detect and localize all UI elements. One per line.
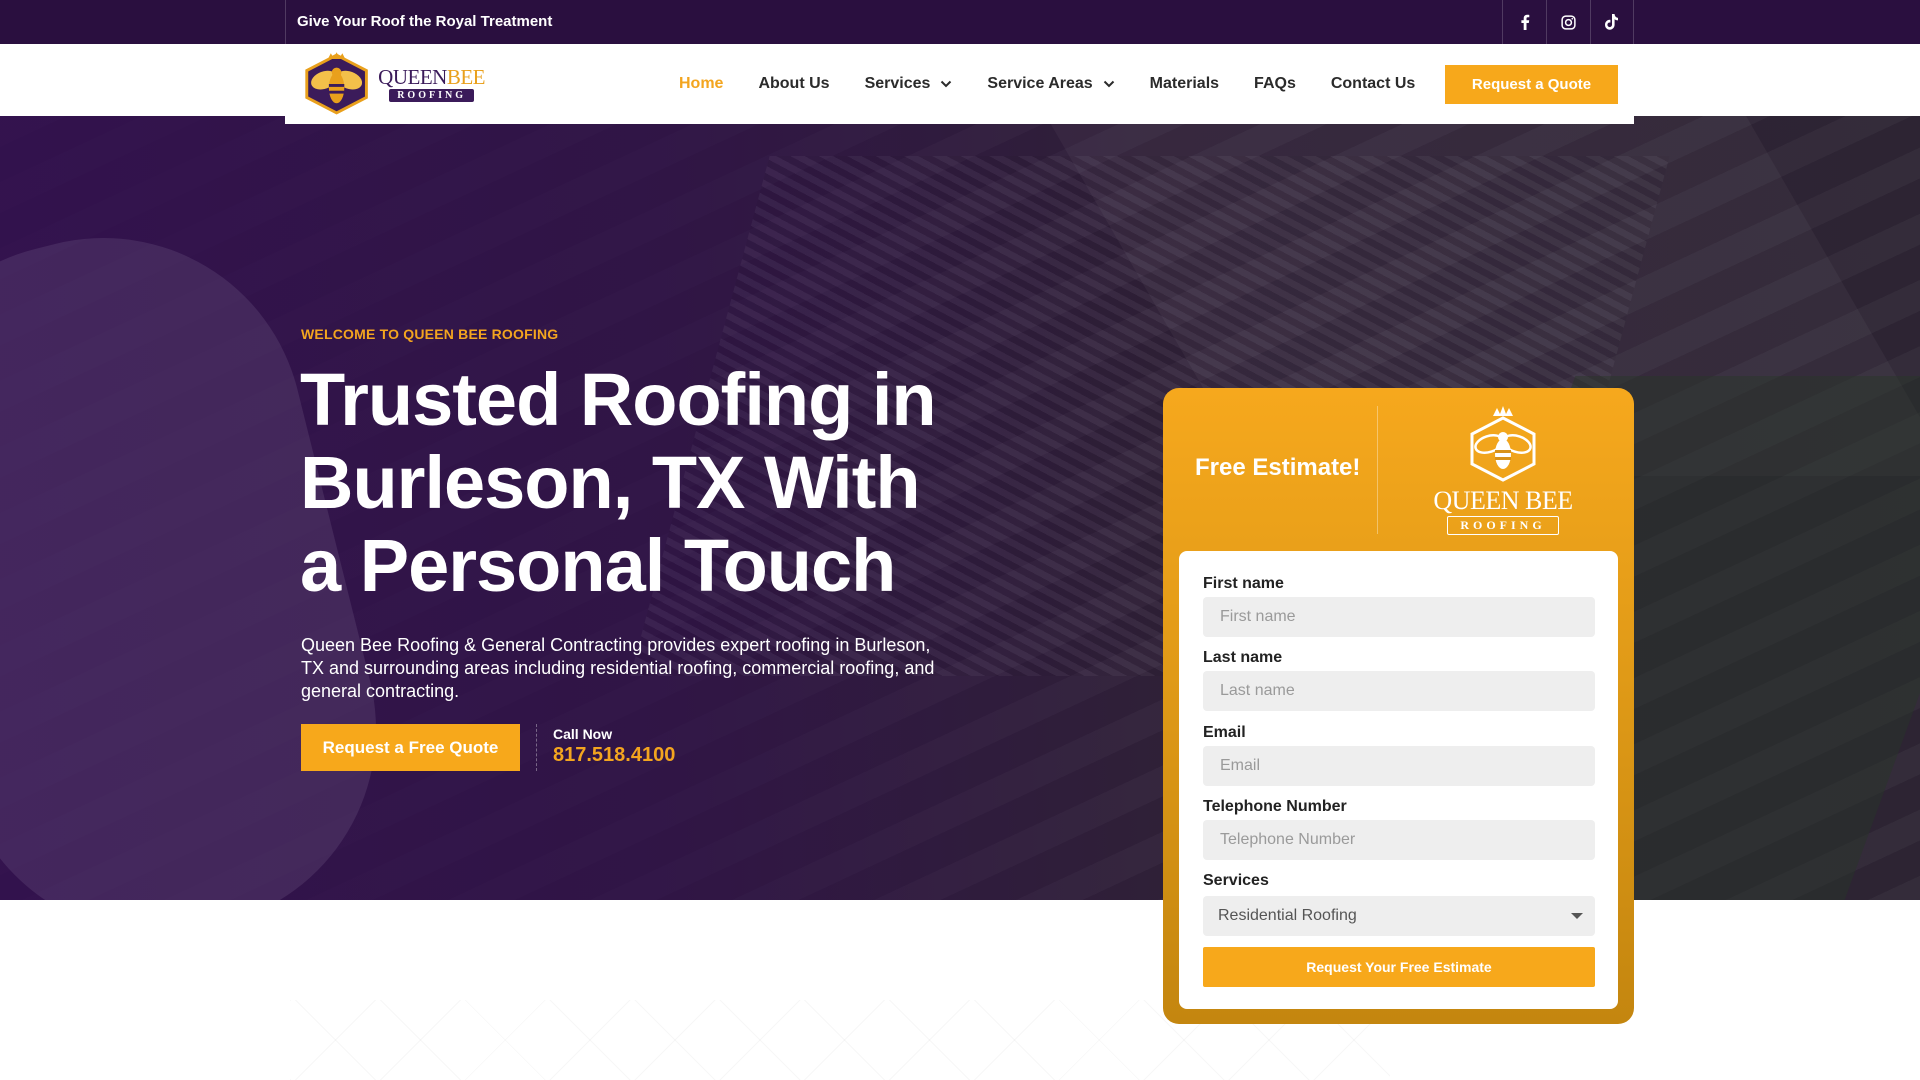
nav-label: Services	[864, 75, 931, 92]
phone-number-link[interactable]: 817.518.4100	[553, 744, 675, 767]
email-field[interactable]	[1203, 746, 1595, 786]
logo-roofing: ROOFING	[389, 89, 474, 102]
main-nav: Home About Us Services Service Areas Mat…	[679, 44, 1450, 124]
email-label: Email	[1203, 724, 1246, 741]
tiktok-link[interactable]	[1590, 0, 1634, 44]
request-free-estimate-button[interactable]: Request Your Free Estimate	[1203, 947, 1595, 987]
site-logo[interactable]: QUEENBEE ROOFING	[301, 50, 486, 118]
nav-label: About Us	[758, 75, 830, 92]
card-logo-roofing: ROOFING	[1447, 516, 1559, 535]
instagram-icon	[1561, 14, 1576, 30]
facebook-link[interactable]	[1502, 0, 1546, 44]
nav-label: Home	[679, 75, 724, 92]
chevron-down-icon	[940, 80, 952, 88]
nav-item-about-us[interactable]: About Us	[758, 75, 829, 93]
nav-label: Service Areas	[987, 75, 1093, 92]
nav-item-services[interactable]: Services	[865, 75, 953, 93]
card-logo-queen: QUEEN	[1433, 486, 1519, 515]
facebook-icon	[1520, 14, 1529, 30]
site-header: QUEENBEE ROOFING Home About Us Services …	[285, 44, 1634, 124]
logo-bee: BEE	[446, 65, 486, 89]
hero-subtext: Queen Bee Roofing & General Contracting …	[301, 635, 935, 701]
instagram-link[interactable]	[1546, 0, 1590, 44]
card-divider	[1377, 406, 1378, 534]
social-links	[1502, 0, 1634, 44]
services-label: Services	[1203, 872, 1269, 889]
free-estimate-card: Free Estimate! QUEEN BEE ROOFING First n…	[1163, 388, 1634, 1024]
request-free-quote-button[interactable]: Request a Free Quote	[301, 724, 520, 771]
last-name-field[interactable]	[1203, 671, 1595, 711]
logo-wordmark: QUEENBEE ROOFING	[378, 66, 486, 102]
hero-headline: Trusted Roofing in Burleson, TX With a P…	[300, 358, 937, 607]
telephone-label: Telephone Number	[1203, 798, 1347, 815]
logo-queen: QUEEN	[378, 65, 447, 89]
estimate-title: Free Estimate!	[1195, 454, 1361, 481]
nav-item-faqs[interactable]: FAQs	[1254, 75, 1296, 93]
first-name-label: First name	[1203, 575, 1284, 592]
first-name-field[interactable]	[1203, 597, 1595, 637]
nav-item-service-areas[interactable]: Service Areas	[987, 75, 1114, 93]
nav-label: Contact Us	[1330, 75, 1416, 92]
nav-label: FAQs	[1254, 75, 1296, 92]
tiktok-icon	[1605, 14, 1618, 30]
nav-item-home[interactable]: Home	[679, 75, 723, 93]
top-bar-inner: Give Your Roof the Royal Treatment	[285, 0, 1634, 44]
services-selected-value: Residential Roofing	[1218, 907, 1357, 924]
estimate-form: First name Last name Email Telephone Num…	[1179, 551, 1618, 1009]
telephone-field[interactable]	[1203, 820, 1595, 860]
request-quote-button[interactable]: Request a Quote	[1445, 65, 1618, 104]
tagline: Give Your Roof the Royal Treatment	[297, 13, 553, 30]
last-name-label: Last name	[1203, 649, 1283, 666]
call-divider	[536, 724, 537, 771]
top-bar: Give Your Roof the Royal Treatment	[0, 0, 1920, 44]
logo-name: QUEENBEE	[378, 66, 485, 88]
nav-label: Materials	[1149, 75, 1220, 92]
services-select[interactable]: Residential Roofing	[1203, 896, 1595, 936]
call-now-label: Call Now	[553, 726, 613, 742]
card-logo-name: QUEEN BEE	[1433, 486, 1573, 516]
queen-bee-logo-icon	[1470, 406, 1536, 482]
hero-eyebrow: WELCOME TO QUEEN BEE ROOFING	[301, 326, 559, 342]
chevron-down-icon	[1103, 80, 1115, 88]
nav-item-contact-us[interactable]: Contact Us	[1331, 75, 1415, 93]
nav-item-materials[interactable]: Materials	[1150, 75, 1219, 93]
card-logo-bee: BEE	[1524, 486, 1573, 515]
queen-bee-logo-icon	[305, 52, 368, 115]
card-logo: QUEEN BEE ROOFING	[1423, 404, 1583, 542]
caret-down-icon	[1571, 913, 1583, 919]
